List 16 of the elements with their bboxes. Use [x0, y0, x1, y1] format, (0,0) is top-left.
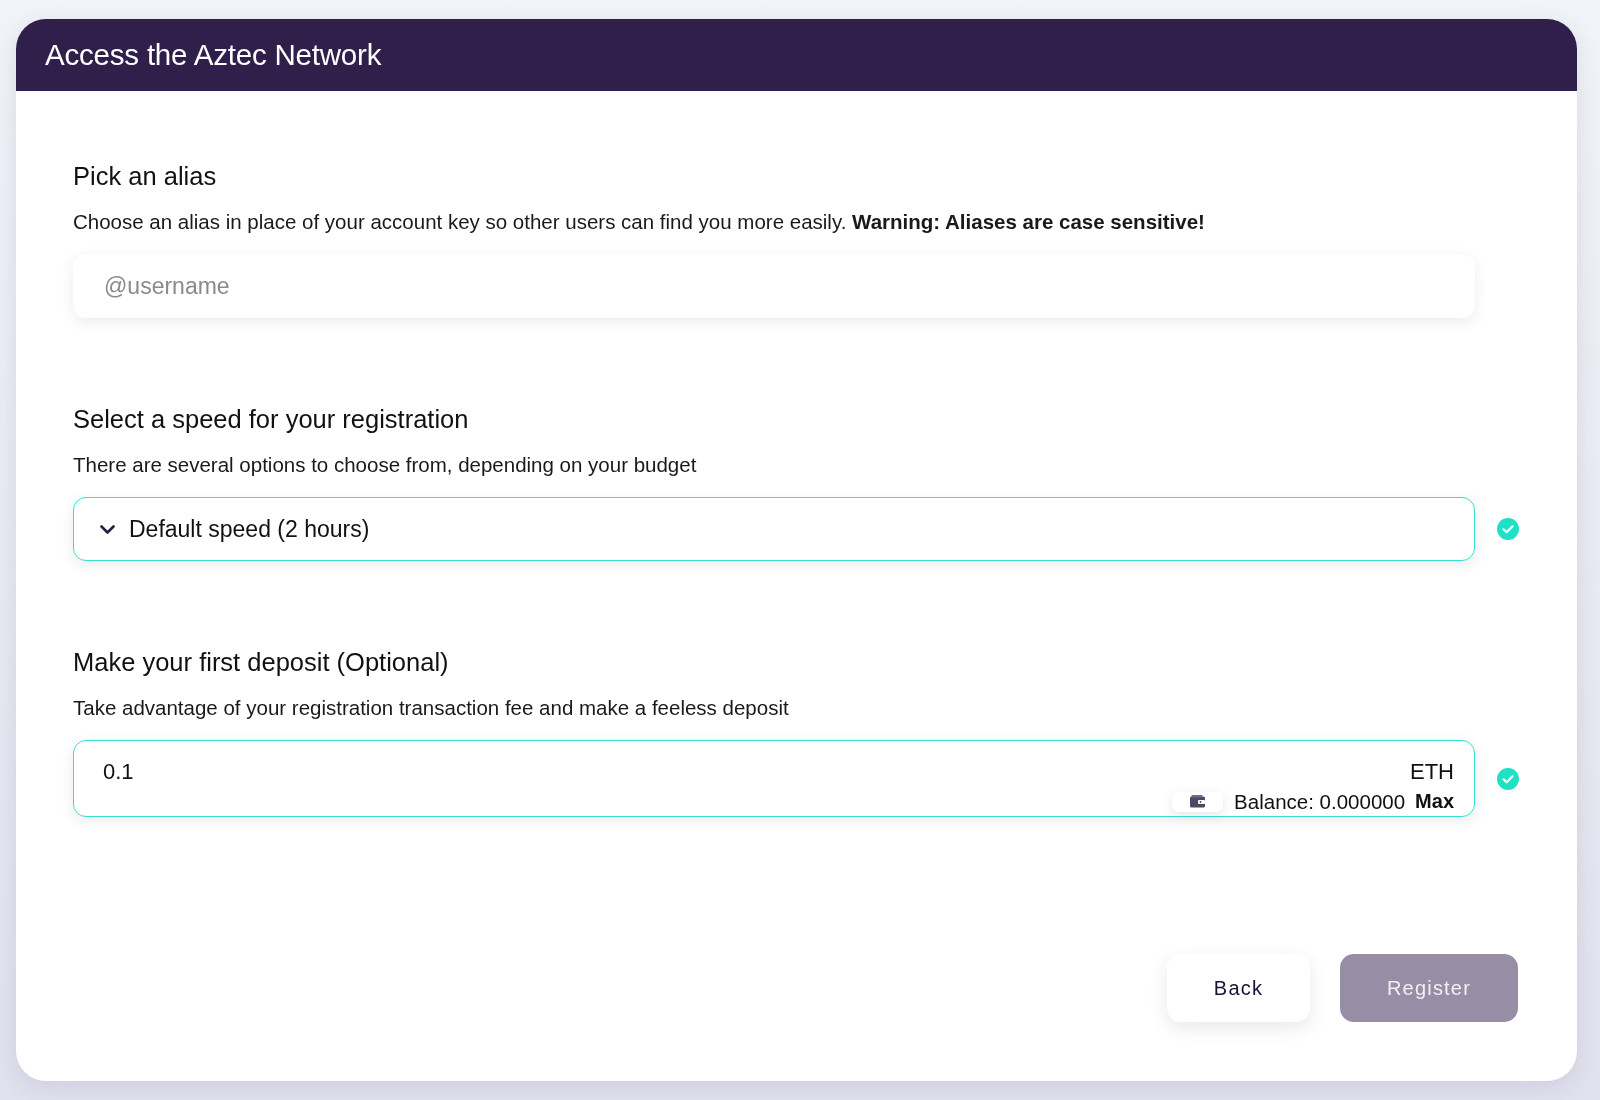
- balance-text: Balance: 0.000000: [1234, 790, 1406, 813]
- section-description: Take advantage of your registration transaction fee and make a feeless deposit: [73, 695, 790, 721]
- section-description: Choose an alias in place of your account key so other users can find you more easily. Warning: Aliases are case sensitive!: [73, 209, 1206, 235]
- section-description: There are several options to choose from, depending on your budget: [73, 452, 698, 478]
- alias-input[interactable]: @username: [73, 254, 1475, 318]
- chevron-down-icon: [100, 524, 115, 534]
- section-heading: Select a speed for your registration: [73, 404, 470, 435]
- window-title: Access the Aztec Network: [45, 38, 382, 72]
- section-heading: Pick an alias: [73, 161, 218, 192]
- max-button[interactable]: Max: [1415, 790, 1454, 813]
- speed-select[interactable]: Default speed (2 hours): [73, 497, 1475, 561]
- amount-field[interactable]: 0.1 ETH Balance: 0.000000 Max: [73, 740, 1475, 817]
- amount-input[interactable]: 0.1: [103, 758, 1410, 786]
- back-button[interactable]: Back: [1167, 954, 1310, 1022]
- currency-label: ETH: [1410, 758, 1454, 786]
- section-heading: Make your first deposit (Optional): [73, 647, 450, 678]
